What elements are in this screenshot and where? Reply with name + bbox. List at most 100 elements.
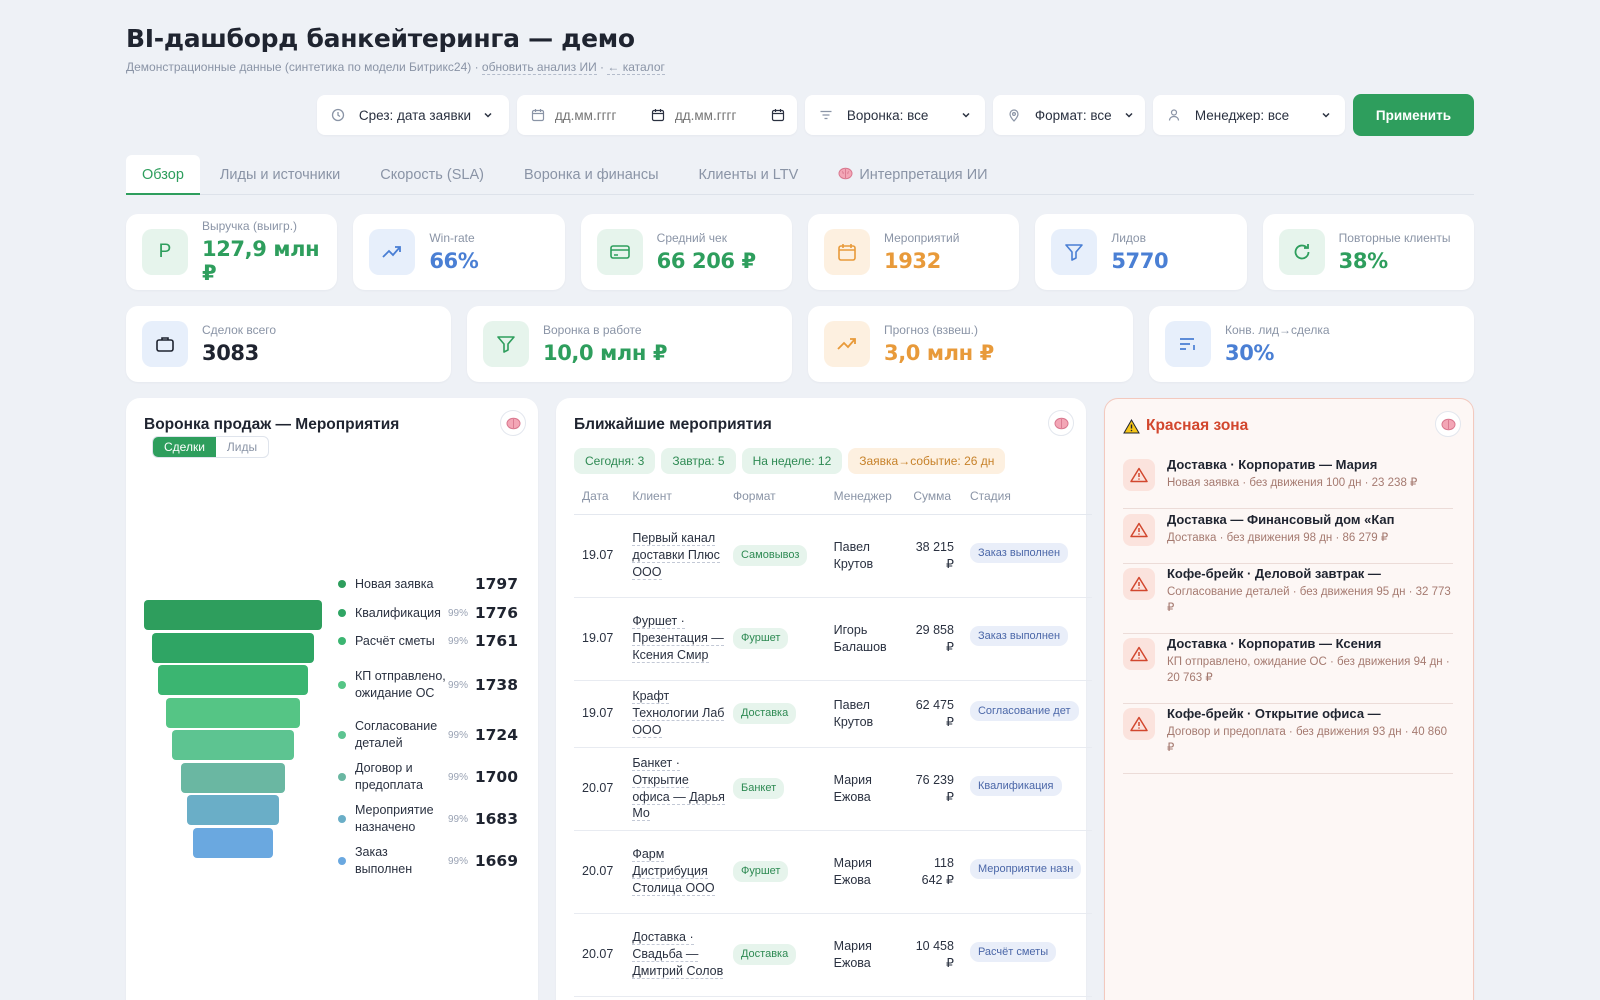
table-row[interactable]: 19.07 Фуршет · Презентация — Ксения Смир… [574,597,1092,681]
tab-sla[interactable]: Скорость (SLA) [360,155,504,195]
kpi-value: 3,0 млн ₽ [884,341,994,365]
subtitle-text: Демонстрационные данные (синтетика по мо… [126,60,479,74]
client-link[interactable]: Доставка · Свадьба — Дмитрий Солов [632,930,724,979]
funnel-select[interactable]: Воронка: все [804,95,985,135]
red-zone-item-title: Доставка — Финансовый дом «Кап [1167,512,1395,527]
client-link[interactable]: Первый канал доставки Плюс ООО [632,531,720,580]
tab-leads[interactable]: Лиды и источники [200,155,360,195]
event-sum: 29 858 ₽ [905,597,962,681]
apply-button[interactable]: Применить [1352,94,1474,136]
funnel-bar[interactable] [157,665,309,695]
stage-name: Согласование деталей [355,719,438,750]
subtitle-separator: · [600,60,605,74]
tab-overview[interactable]: Обзор [126,155,200,195]
funnel-mode-toggle: Сделки Лиды [152,436,270,458]
stage-count: 1738 [474,676,518,694]
table-row[interactable]: 20.07 Доставка · Свадьба — Дмитрий Солов… [574,913,1092,997]
ai-explain-button[interactable] [500,410,526,436]
red-zone-item[interactable]: Доставка · Корпоратив — Ксения КП отправ… [1123,636,1453,704]
table-row[interactable]: 19.07 Первый канал доставки Плюс ООО Сам… [574,514,1092,598]
briefcase-icon [142,321,188,367]
red-zone-item[interactable]: Кофе-брейк · Открытие офиса — Договор и … [1123,706,1453,774]
brain-icon [838,167,853,180]
red-zone-item[interactable]: Кофе-брейк · Деловой завтрак — Согласова… [1123,566,1453,634]
legend-dot [338,731,346,739]
red-zone-item-details: Согласование деталей · без движения 95 д… [1167,586,1451,615]
funnel-bar[interactable] [151,632,315,663]
table-row[interactable]: 20.07 Банкет · Открытие офиса — Дарья Мо… [574,747,1092,831]
kpi-card: Повторные клиенты 38% [1262,214,1474,290]
stage-count: 1776 [474,604,518,622]
event-client: Фуршет · Презентация — Ксения Смир [624,597,725,681]
red-zone-panel: Красная зона Доставка · Корпоратив — Мар… [1104,398,1474,1000]
kpi-card: Win-rate 66% [353,214,565,290]
funnel-bar[interactable] [144,600,322,630]
stage-count: 1724 [474,726,518,744]
event-format-cell: Фуршет [724,830,826,914]
kpi-row-secondary: Сделок всего 3083 Воронка в работе 10,0 … [126,306,1474,382]
alert-triangle-icon [1123,708,1155,740]
red-zone-item[interactable]: Доставка — Финансовый дом «Кап Доставка … [1123,512,1453,564]
legend-dot [338,609,346,617]
format-badge: Доставка [732,703,797,724]
refresh-ai-link[interactable]: обновить анализ ИИ [481,60,597,75]
kpi-value: 1932 [883,249,941,273]
client-link[interactable]: Фарм Дистрибуция Столица ООО [632,847,715,896]
ai-explain-button[interactable] [1435,411,1461,437]
manager-select[interactable]: Менеджер: все [1152,95,1345,135]
slice-select[interactable]: Срез: дата заявки [316,95,509,135]
client-link[interactable]: Фуршет · Презентация — Ксения Смир [632,614,724,663]
date-to-input[interactable] [674,107,761,123]
kpi-label: Прогноз (взвеш.) [884,323,978,337]
funnel-bar[interactable] [171,730,295,760]
format-select[interactable]: Формат: все [992,95,1145,135]
chevron-down-icon [484,112,492,118]
stage-count: 1797 [474,575,518,593]
client-link[interactable]: Банкет · Открытие офиса — Дарья Мо [632,755,725,822]
date-from-input[interactable] [554,107,641,123]
format-badge: Фуршет [732,628,789,649]
summary-chip: Завтра: 5 [661,448,736,474]
column-header: Менеджер [825,486,906,515]
format-badge: Банкет [732,778,785,799]
legend-dot [338,773,346,781]
funnel-bar[interactable] [187,795,279,825]
tab-ai-interpretation[interactable]: Интерпретация ИИ [818,155,1007,195]
stage-badge: Согласование дет [969,700,1079,722]
stage-count: 1683 [474,810,518,828]
toggle-deals[interactable]: Сделки [153,437,216,457]
event-sum: 76 239 ₽ [905,747,962,831]
trend-up-icon [824,321,870,367]
funnel-bar[interactable] [166,697,300,728]
red-zone-item[interactable]: Доставка · Корпоратив — Мария Новая заяв… [1123,457,1453,509]
stage-conversion: 99% [448,729,469,741]
calendar-icon[interactable] [651,108,665,122]
table-row[interactable]: 19.07 Крафт Технологии Лаб ООО Доставка … [574,680,1092,748]
page-title: BI-дашборд банкейтеринга — демо [126,24,635,53]
kpi-label: Повторные клиенты [1338,231,1451,245]
summary-chip: Заявка→событие: 26 дн [848,448,1006,474]
client-link[interactable]: Крафт Технологии Лаб ООО [632,689,725,738]
legend-dot [338,815,346,823]
funnel-bar[interactable] [193,827,273,858]
kpi-value: 127,9 млн ₽ [202,237,320,285]
kpi-label: Мероприятий [883,231,960,245]
toggle-leads[interactable]: Лиды [216,437,268,457]
legend-dot [338,681,346,689]
funnel-bar[interactable] [180,762,286,793]
column-header: Клиент [624,486,725,515]
event-sum: 62 475 ₽ [905,680,962,748]
event-format-cell: Доставка [724,680,826,748]
calendar-icon[interactable] [771,108,785,122]
tab-funnel-finance[interactable]: Воронка и финансы [504,155,679,195]
kpi-value: 5770 [1111,249,1169,273]
kpi-label: Средний чек [656,231,727,245]
event-date: 20.07 [574,830,625,914]
event-summary-chips: Сегодня: 3 Завтра: 5 На неделе: 12 Заявка→с… [574,448,1006,474]
table-row[interactable]: 20.07 Фарм Дистрибуция Столица ООО Фурше… [574,830,1092,914]
event-manager: Игорь Балашов [825,597,906,681]
tab-clients-ltv[interactable]: Клиенты и LTV [679,155,819,195]
catalog-link[interactable]: ← каталог [607,60,665,75]
ai-explain-button[interactable] [1048,410,1074,436]
column-header: Дата [574,486,625,515]
